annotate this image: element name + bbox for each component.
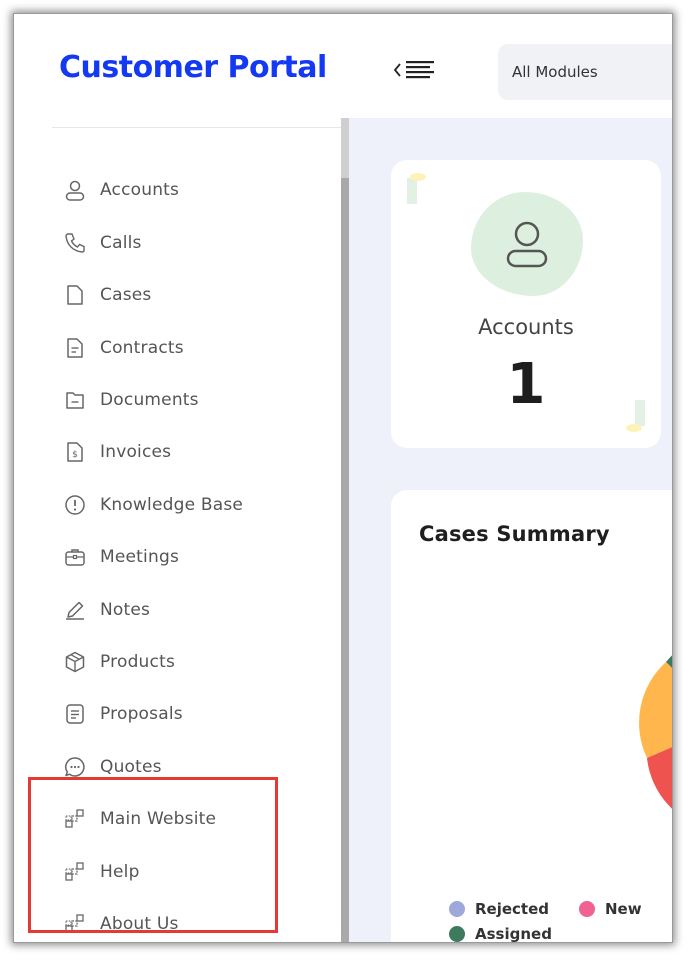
sidebar-item-label: Knowledge Base	[100, 495, 244, 515]
sidebar-item-notes[interactable]: Notes	[62, 590, 332, 630]
brand-title[interactable]: Customer Portal	[59, 50, 327, 85]
list-document-icon	[62, 701, 88, 727]
box-icon	[62, 649, 88, 675]
sidebar-item-label: Invoices	[100, 442, 172, 462]
menu-collapse-icon	[393, 61, 434, 79]
module-select[interactable]: All Modules	[498, 44, 672, 100]
cases-summary-card: Cases Summary Rejected New Assigned	[391, 490, 672, 942]
app-window: Customer Portal All Modules Accounts Cal…	[14, 14, 672, 942]
sidebar-item-quotes[interactable]: Quotes	[62, 747, 332, 787]
legend-label: Rejected	[475, 900, 550, 918]
sidebar-item-label: Documents	[100, 390, 199, 410]
external-link-icon	[62, 806, 88, 832]
accounts-card-label: Accounts	[478, 315, 574, 339]
legend-dot	[449, 926, 465, 942]
legend-item-assigned: Assigned	[449, 925, 552, 942]
sidebar-item-label: Contracts	[100, 338, 184, 358]
sidebar-item-label: Notes	[100, 600, 151, 620]
sidebar-link-label: About Us	[100, 914, 179, 934]
file-icon	[62, 282, 88, 308]
sidebar-item-label: Calls	[100, 233, 142, 253]
phone-icon	[62, 230, 88, 256]
sidebar-link-about-us[interactable]: About Us	[62, 904, 332, 942]
legend-item-rejected: Rejected	[449, 900, 549, 918]
legend-dot	[579, 901, 595, 917]
cases-summary-title: Cases Summary	[419, 522, 610, 546]
legend-label: New	[605, 900, 642, 918]
sidebar-item-cases[interactable]: Cases	[62, 275, 332, 315]
sidebar-item-contracts[interactable]: Contracts	[62, 328, 332, 368]
scrollbar-thumb[interactable]	[341, 118, 349, 178]
sidebar-item-calls[interactable]: Calls	[62, 223, 332, 263]
legend-label: Assigned	[475, 925, 552, 942]
user-icon	[506, 221, 548, 268]
sidebar-item-label: Cases	[100, 285, 152, 305]
sidebar-link-main-website[interactable]: Main Website	[62, 799, 332, 839]
document-minus-icon	[62, 387, 88, 413]
pencil-icon	[62, 597, 88, 623]
chat-bubble-icon	[62, 754, 88, 780]
external-link-icon	[62, 911, 88, 937]
info-circle-icon	[62, 492, 88, 518]
sidebar-link-help[interactable]: Help	[62, 852, 332, 892]
sidebar-item-accounts[interactable]: Accounts	[62, 170, 332, 210]
collapse-sidebar-button[interactable]	[392, 58, 442, 84]
invoice-icon: $	[62, 439, 88, 465]
sidebar-item-label: Accounts	[100, 180, 180, 200]
sidebar-link-label: Main Website	[100, 809, 217, 829]
donut-segment-red	[647, 747, 672, 809]
sidebar-item-proposals[interactable]: Proposals	[62, 694, 332, 734]
accounts-card[interactable]: Accounts 1	[391, 160, 661, 448]
svg-text:$: $	[72, 450, 78, 460]
sidebar-item-products[interactable]: Products	[62, 642, 332, 682]
sidebar-item-label: Meetings	[100, 547, 179, 567]
sidebar: Accounts Calls Cases Contracts Documents	[52, 128, 342, 942]
external-link-icon	[62, 859, 88, 885]
accounts-card-count: 1	[506, 352, 546, 417]
sidebar-item-label: Products	[100, 652, 176, 672]
sidebar-item-invoices[interactable]: $ Invoices	[62, 432, 332, 472]
sidebar-item-label: Proposals	[100, 704, 183, 724]
sidebar-item-label: Quotes	[100, 757, 162, 777]
cases-donut-chart	[639, 655, 672, 809]
legend-item-new: New	[579, 900, 642, 918]
sidebar-item-meetings[interactable]: Meetings	[62, 537, 332, 577]
user-icon	[62, 177, 88, 203]
briefcase-icon	[62, 544, 88, 570]
main-content: Accounts 1 Cases Summary Rejected New As…	[349, 118, 672, 942]
legend-dot	[449, 901, 465, 917]
sidebar-item-knowledge-base[interactable]: Knowledge Base	[62, 485, 332, 525]
sidebar-item-documents[interactable]: Documents	[62, 380, 332, 420]
sidebar-link-label: Help	[100, 862, 140, 882]
sidebar-scrollbar[interactable]	[341, 118, 349, 942]
donut-segment-orange	[639, 662, 672, 758]
module-select-value: All Modules	[512, 63, 598, 81]
document-text-icon	[62, 335, 88, 361]
